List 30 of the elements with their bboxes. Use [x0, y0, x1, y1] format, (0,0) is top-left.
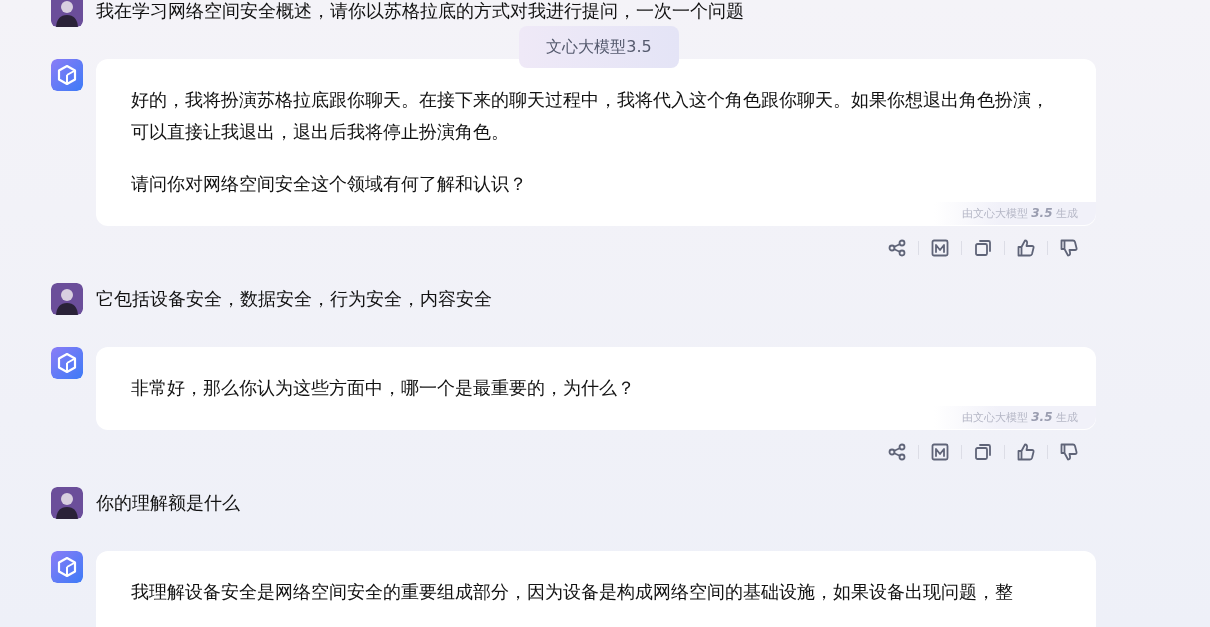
user-avatar — [51, 0, 83, 27]
reply-text: 好的，我将扮演苏格拉底跟你聊天。在接下来的聊天过程中，我将代入这个角色跟你聊天。如果你想退出角色扮演，可以直接让我退出，退出后我将停止扮演角色。 — [131, 88, 1050, 144]
share-icon — [887, 238, 907, 258]
bot-avatar — [51, 347, 83, 379]
thumbs-down-icon — [1059, 442, 1079, 462]
user-message: 你的理解额是什么 — [96, 491, 240, 515]
reply-text: 请问你对网络空间安全这个领域有何了解和认识？ — [131, 172, 528, 196]
share-button[interactable] — [886, 237, 908, 259]
thumbs-down-button[interactable] — [1058, 237, 1080, 259]
thumbs-down-icon — [1059, 238, 1079, 258]
share-icon — [887, 442, 907, 462]
user-message: 我在学习网络空间安全概述，请你以苏格拉底的方式对我进行提问，一次一个问题 — [96, 0, 744, 23]
thumbs-up-button[interactable] — [1015, 237, 1037, 259]
reply-text: 我理解设备安全是网络空间安全的重要组成部分，因为设备是构成网络空间的基础设施，如果设备出现问题，整 — [131, 580, 1014, 604]
bot-avatar — [51, 59, 83, 91]
reply-text: 非常好，那么你认为这些方面中，哪一个是最重要的，为什么？ — [131, 376, 636, 400]
copy-icon — [973, 442, 993, 462]
thumbs-up-button[interactable] — [1015, 441, 1037, 463]
user-avatar — [51, 487, 83, 519]
copy-icon — [973, 238, 993, 258]
thumbs-up-icon — [1016, 442, 1036, 462]
thumbs-up-icon — [1016, 238, 1036, 258]
thumbs-down-button[interactable] — [1058, 441, 1080, 463]
model-badge: 文心大模型3.5 — [519, 26, 679, 68]
user-message: 它包括设备安全，数据安全，行为安全，内容安全 — [96, 287, 492, 311]
copy-button[interactable] — [972, 441, 994, 463]
user-avatar — [51, 283, 83, 315]
bot-avatar — [51, 551, 83, 583]
share-button[interactable] — [886, 441, 908, 463]
copy-button[interactable] — [972, 237, 994, 259]
